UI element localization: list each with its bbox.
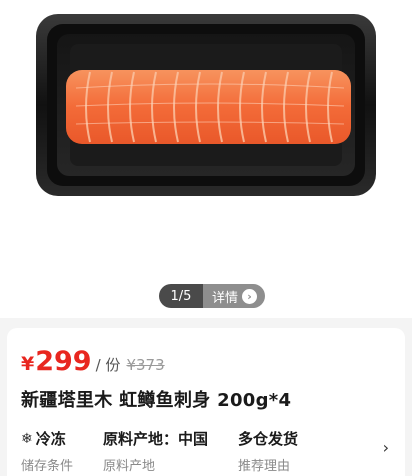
attribute-storage: ❄ 冷冻 储存条件: [21, 428, 73, 474]
original-price: ¥373: [126, 356, 165, 374]
image-pager[interactable]: 1/5 详情 ›: [159, 284, 266, 308]
attribute-reason: 多仓发货 推荐理由: [238, 428, 298, 474]
price-row: ¥ 299 / 份 ¥373: [21, 346, 165, 377]
image-counter: 1/5: [159, 284, 203, 308]
salmon-sashimi-image: [36, 14, 376, 196]
currency-symbol: ¥: [21, 353, 35, 375]
attribute-value: 多仓发货: [238, 430, 299, 448]
attribute-key: 原料产地: [103, 459, 156, 474]
attribute-key: 储存条件: [21, 459, 74, 474]
product-detail-page: 1/5 详情 › ¥ 299 / 份 ¥373 新疆塔里木 虹鳟鱼刺身 200g…: [0, 0, 412, 476]
snowflake-icon: ❄: [21, 430, 33, 447]
chevron-right-icon[interactable]: ›: [383, 438, 389, 457]
product-title: 新疆塔里木 虹鳟鱼刺身 200g*4: [21, 390, 292, 411]
product-info-card: ¥ 299 / 份 ¥373 新疆塔里木 虹鳟鱼刺身 200g*4 ❄ 冷冻 储…: [7, 328, 405, 476]
attribute-key: 推荐理由: [238, 459, 291, 474]
attribute-value: 冷冻: [35, 430, 66, 448]
price-unit: / 份: [95, 356, 121, 374]
product-image-carousel[interactable]: 1/5 详情 ›: [0, 0, 412, 318]
detail-button[interactable]: 详情 ›: [203, 284, 266, 308]
current-price: 299: [35, 346, 92, 377]
chevron-right-icon: ›: [242, 288, 258, 304]
detail-label: 详情: [212, 290, 239, 306]
attribute-origin: 原料产地：中国 原料产地: [103, 428, 208, 474]
product-attributes[interactable]: ❄ 冷冻 储存条件 原料产地：中国 原料产地 多仓发货 推荐理由 ›: [21, 428, 393, 474]
attribute-value: 原料产地：中国: [103, 430, 209, 448]
